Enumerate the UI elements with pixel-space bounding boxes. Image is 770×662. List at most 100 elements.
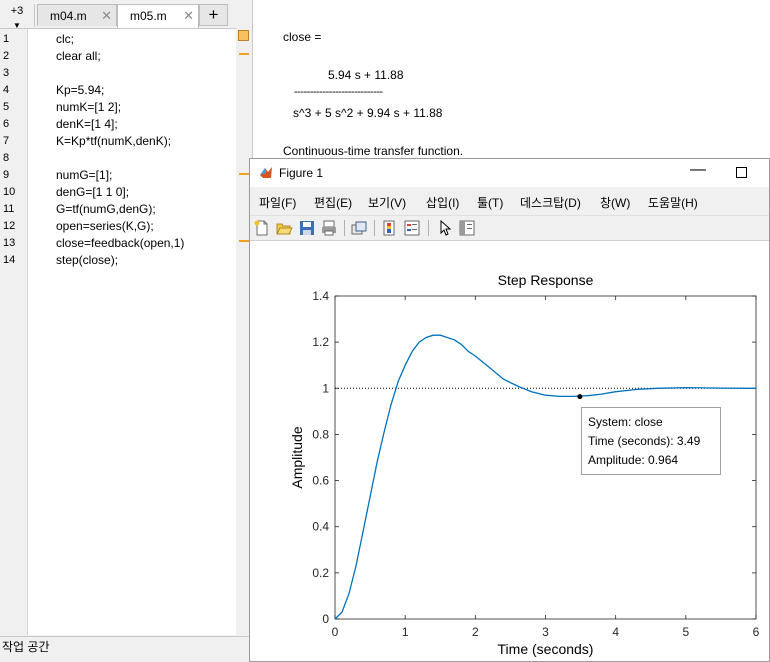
y-tick-label: 1.2 bbox=[312, 335, 329, 349]
maximize-button[interactable] bbox=[736, 167, 747, 178]
property-inspector-icon[interactable] bbox=[458, 219, 476, 237]
menu-window[interactable]: 창(W) bbox=[600, 194, 630, 211]
cmd-note: Continuous-time transfer function. bbox=[283, 144, 464, 158]
minimize-button[interactable]: — bbox=[690, 161, 706, 179]
line-number: 3 bbox=[3, 67, 10, 79]
link-plot-icon[interactable] bbox=[350, 219, 368, 237]
toolbar-separator bbox=[428, 220, 429, 236]
editor-tabbar: m04.m ✕ m05.m ✕ bbox=[0, 4, 230, 28]
warning-indicator-icon[interactable] bbox=[238, 30, 249, 41]
toolbar-separator bbox=[374, 220, 375, 236]
line-number: 13 bbox=[3, 237, 16, 249]
pointer-icon[interactable] bbox=[436, 219, 454, 237]
line-number: 2 bbox=[3, 50, 10, 62]
code-line[interactable]: Kp=5.94; bbox=[56, 82, 104, 99]
datatip-amplitude: Amplitude: 0.964 bbox=[588, 453, 679, 467]
line-number: 12 bbox=[3, 220, 16, 232]
code-line[interactable]: numG=[1]; bbox=[56, 167, 112, 184]
menu-tools[interactable]: 툴(T) bbox=[477, 194, 503, 211]
x-axis-label: Time (seconds) bbox=[498, 641, 594, 657]
figure-window[interactable]: Figure 1 — 파일(F) 편집(E) 보기(V) 삽입(I) 툴(T) … bbox=[249, 158, 770, 662]
tab-label: m05.m bbox=[130, 9, 167, 23]
y-tick-label: 1 bbox=[322, 381, 329, 395]
line-number: 9 bbox=[3, 169, 10, 181]
line-number: 5 bbox=[3, 101, 10, 113]
figure-titlebar[interactable]: Figure 1 — bbox=[250, 159, 769, 187]
line-number: 10 bbox=[3, 186, 16, 198]
code-line[interactable]: numK=[1 2]; bbox=[56, 99, 121, 116]
editor-panel: +3 ▼ m04.m ✕ m05.m ✕ + 1 2 3 4 5 6 7 8 9 10 11 12 13… bbox=[0, 0, 252, 662]
cmd-var-line: close = bbox=[283, 30, 322, 44]
y-tick-label: 0.2 bbox=[312, 566, 329, 580]
close-icon[interactable]: ✕ bbox=[183, 5, 194, 27]
menu-edit[interactable]: 편집(E) bbox=[314, 194, 352, 211]
code-line[interactable]: K=Kp*tf(numK,denK); bbox=[56, 133, 171, 150]
print-icon[interactable] bbox=[320, 219, 338, 237]
line-number: 8 bbox=[3, 152, 10, 164]
tab-label: m04.m bbox=[50, 9, 87, 23]
line-number: 7 bbox=[3, 135, 10, 147]
y-tick-label: 0.8 bbox=[312, 427, 329, 441]
x-tick-label: 0 bbox=[332, 625, 339, 639]
plot-area[interactable]: 0 1 2 3 4 5 6 0 0.2 0.4 0.6 0.8 1 1.2 1.4 Step Response… bbox=[250, 241, 769, 661]
code-line[interactable]: G=tf(numG,denG); bbox=[56, 201, 156, 218]
chart-title: Step Response bbox=[498, 272, 594, 288]
code-line[interactable]: close=feedback(open,1) bbox=[56, 235, 184, 252]
figure-title: Figure 1 bbox=[279, 166, 324, 180]
line-number: 14 bbox=[3, 254, 16, 266]
line-number: 11 bbox=[3, 203, 15, 215]
x-tick-label: 5 bbox=[682, 625, 689, 639]
cmd-denominator: s^3 + 5 s^2 + 9.94 s + 11.88 bbox=[293, 106, 443, 120]
cmd-numerator: 5.94 s + 11.88 bbox=[328, 68, 404, 82]
y-axis-label: Amplitude bbox=[289, 426, 305, 488]
data-tip[interactable]: System: close Time (seconds): 3.49 Ampli… bbox=[581, 407, 721, 475]
x-tick-label: 4 bbox=[612, 625, 619, 639]
x-tick-label: 3 bbox=[542, 625, 549, 639]
menu-desktop[interactable]: 데스크탑(D) bbox=[520, 194, 581, 211]
y-tick-label: 1.4 bbox=[312, 289, 329, 303]
datatip-marker bbox=[577, 394, 583, 400]
code-line[interactable]: clear all; bbox=[56, 48, 101, 65]
y-tick-label: 0.6 bbox=[312, 474, 329, 488]
code-line[interactable]: step(close); bbox=[56, 252, 118, 269]
figure-menubar: 파일(F) 편집(E) 보기(V) 삽입(I) 툴(T) 데스크탑(D) 창(W… bbox=[250, 188, 769, 213]
code-line[interactable]: denK=[1 4]; bbox=[56, 116, 118, 133]
line-number: 1 bbox=[3, 33, 10, 45]
code-line[interactable]: clc; bbox=[56, 31, 74, 48]
toolbar-separator bbox=[344, 220, 345, 236]
workspace-label[interactable]: 작업 공간 bbox=[0, 636, 252, 662]
save-icon[interactable] bbox=[298, 219, 316, 237]
x-tick-label: 6 bbox=[753, 625, 760, 639]
code-editor[interactable]: 1 2 3 4 5 6 7 8 9 10 11 12 13 14 clc; clear all; Kp=5.9… bbox=[0, 28, 236, 635]
warning-mark[interactable] bbox=[239, 173, 249, 175]
legend-icon[interactable] bbox=[403, 219, 421, 237]
figure-toolbar bbox=[250, 215, 769, 241]
new-figure-icon[interactable] bbox=[253, 219, 271, 237]
y-tick-label: 0 bbox=[322, 612, 329, 626]
line-number: 4 bbox=[3, 84, 10, 96]
menu-insert[interactable]: 삽입(I) bbox=[426, 194, 459, 211]
colorbar-icon[interactable] bbox=[381, 219, 399, 237]
code-line[interactable]: denG=[1 1 0]; bbox=[56, 184, 129, 201]
menu-view[interactable]: 보기(V) bbox=[368, 194, 406, 211]
close-icon[interactable]: ✕ bbox=[101, 5, 112, 27]
menu-file[interactable]: 파일(F) bbox=[259, 194, 296, 211]
datatip-system: System: close bbox=[588, 415, 663, 429]
tab-m05[interactable]: m05.m ✕ bbox=[117, 4, 199, 28]
y-tick-label: 0.4 bbox=[312, 520, 329, 534]
x-tick-label: 1 bbox=[402, 625, 409, 639]
x-tick-label: 2 bbox=[472, 625, 479, 639]
line-number: 6 bbox=[3, 118, 10, 130]
cmd-fraction-bar: ---------------------------- bbox=[294, 86, 383, 98]
command-window[interactable]: close = 5.94 s + 11.88 -----------------… bbox=[252, 0, 770, 160]
menu-help[interactable]: 도움말(H) bbox=[648, 194, 698, 211]
code-line[interactable]: open=series(K,G); bbox=[56, 218, 154, 235]
matlab-logo-icon bbox=[260, 167, 272, 178]
line-number-gutter: 1 2 3 4 5 6 7 8 9 10 11 12 13 14 bbox=[0, 29, 28, 635]
datatip-time: Time (seconds): 3.49 bbox=[588, 434, 701, 448]
warning-mark[interactable] bbox=[239, 240, 249, 242]
open-file-icon[interactable] bbox=[275, 219, 293, 237]
tab-m04[interactable]: m04.m ✕ bbox=[37, 4, 117, 26]
add-tab-button[interactable]: + bbox=[199, 4, 228, 26]
warning-mark[interactable] bbox=[239, 53, 249, 55]
